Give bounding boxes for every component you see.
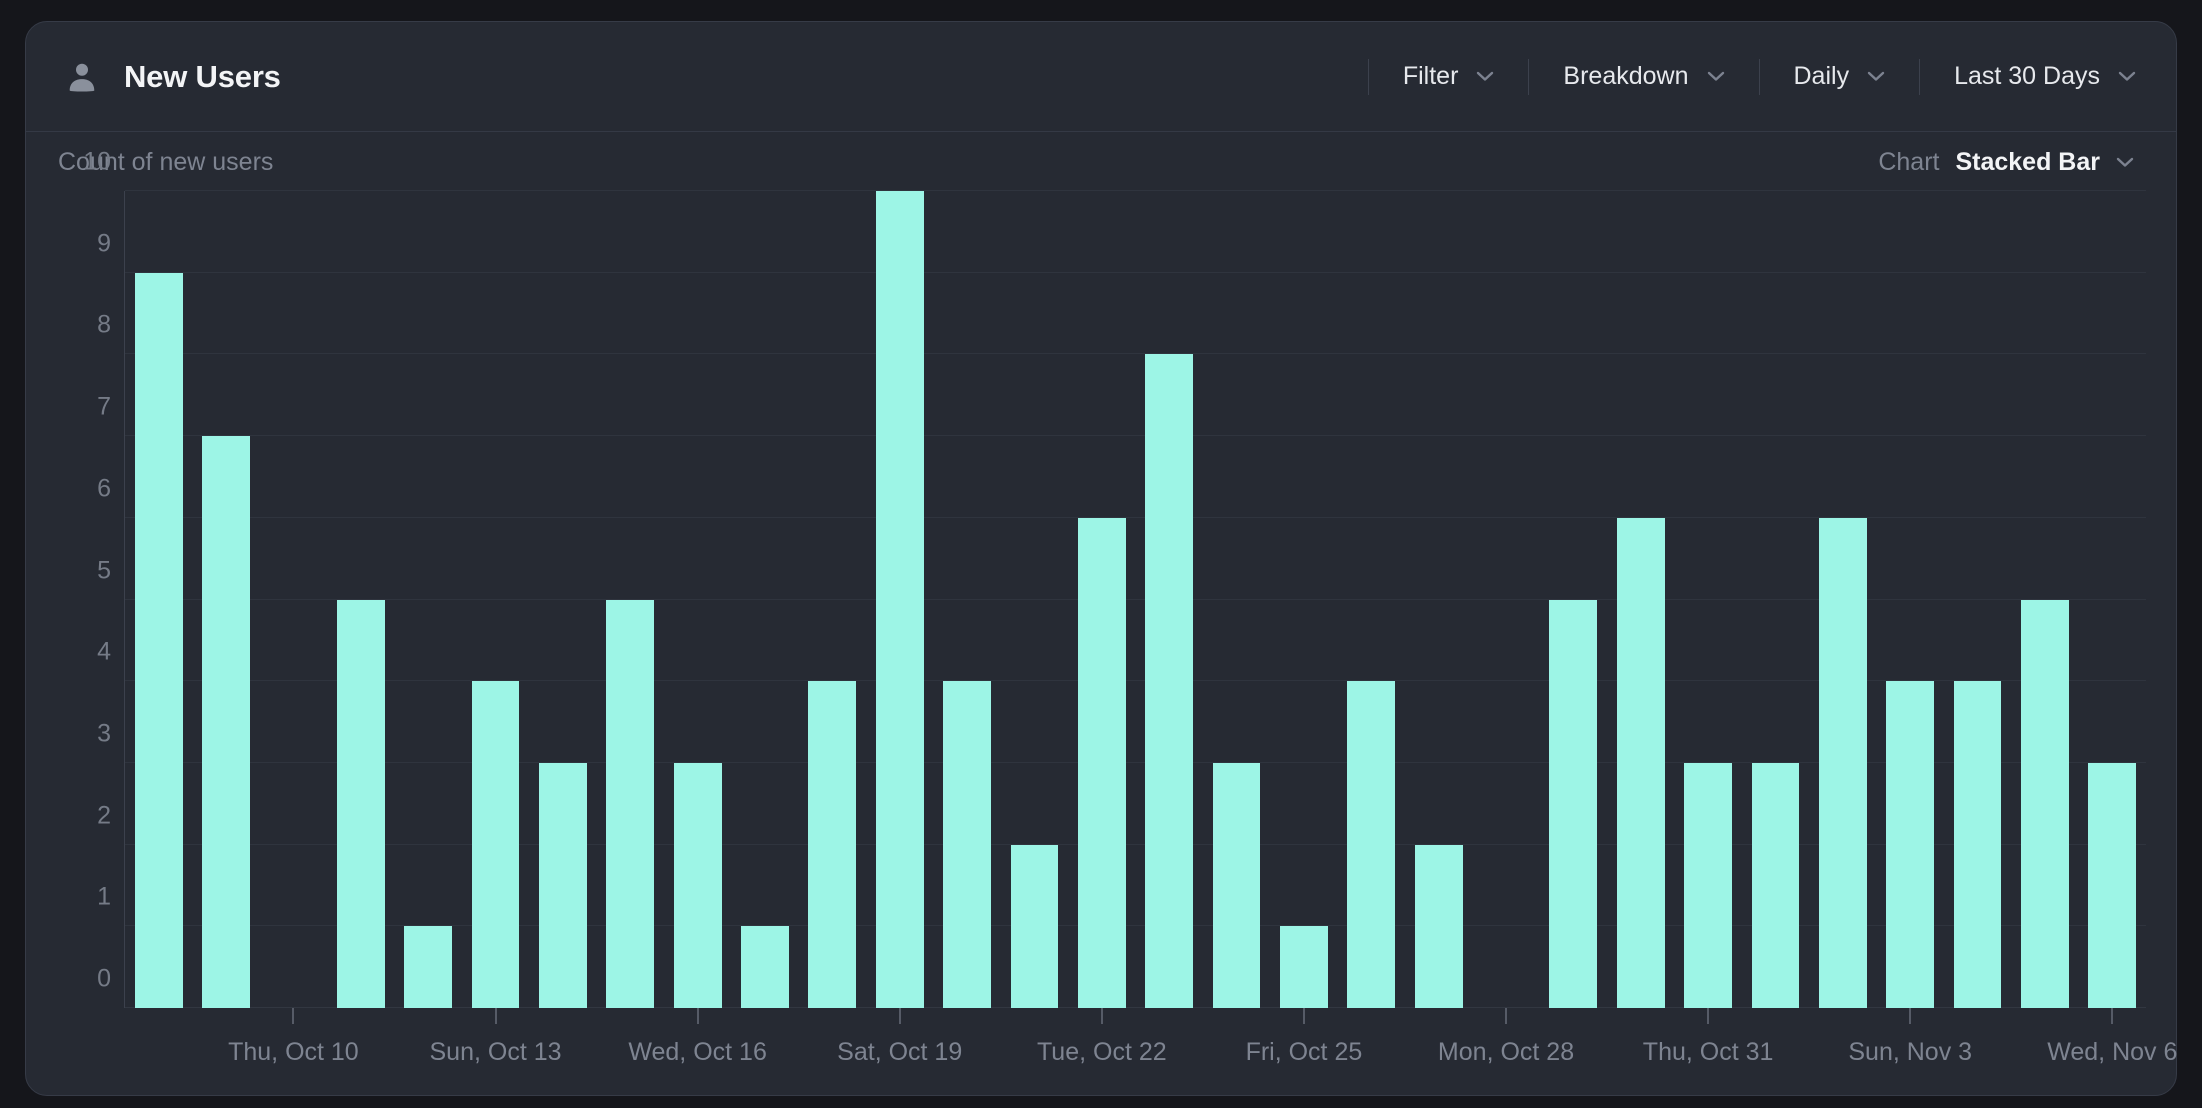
- breakdown-dropdown[interactable]: Breakdown: [1529, 22, 1758, 131]
- bar[interactable]: [2021, 600, 2069, 1009]
- subheader: Count of new users Chart Stacked Bar: [26, 133, 2176, 191]
- x-axis-label: Wed, Nov 6: [2047, 1038, 2177, 1067]
- y-axis-label: 1: [97, 883, 111, 912]
- y-axis-label: 0: [97, 965, 111, 994]
- bar[interactable]: [1347, 681, 1395, 1008]
- granularity-dropdown[interactable]: Daily: [1760, 22, 1920, 131]
- y-axis-label: 4: [97, 638, 111, 667]
- bar[interactable]: [404, 926, 452, 1008]
- bar[interactable]: [674, 763, 722, 1008]
- x-axis-label: Thu, Oct 10: [228, 1038, 359, 1067]
- y-axis-label: 7: [97, 393, 111, 422]
- y-axis-label: 5: [97, 556, 111, 585]
- x-axis-tick: [2111, 1008, 2113, 1024]
- gridline: [125, 353, 2146, 354]
- bar[interactable]: [1011, 845, 1059, 1008]
- bar[interactable]: [472, 681, 520, 1008]
- bar[interactable]: [1684, 763, 1732, 1008]
- bar[interactable]: [606, 600, 654, 1009]
- title-group: New Users: [64, 59, 281, 95]
- chevron-down-icon: [1867, 71, 1885, 82]
- new-users-card: New Users Filter Breakdown Daily Last 30…: [25, 21, 2177, 1096]
- x-axis-label: Thu, Oct 31: [1643, 1038, 1774, 1067]
- breakdown-dropdown-label: Breakdown: [1563, 62, 1688, 91]
- chevron-down-icon: [1707, 71, 1725, 82]
- bar[interactable]: [741, 926, 789, 1008]
- header-controls: Filter Breakdown Daily Last 30 Days: [1368, 22, 2138, 131]
- chevron-down-icon: [1476, 71, 1494, 82]
- x-axis-tick: [697, 1008, 699, 1024]
- x-axis-tick: [1707, 1008, 1709, 1024]
- chart-type-dropdown[interactable]: Chart Stacked Bar: [1878, 148, 2134, 177]
- date-range-dropdown-label: Last 30 Days: [1954, 62, 2100, 91]
- chart-type-value: Stacked Bar: [1955, 148, 2100, 177]
- bar[interactable]: [337, 600, 385, 1009]
- bar[interactable]: [1819, 518, 1867, 1008]
- chevron-down-icon: [2116, 157, 2134, 168]
- x-axis-label: Wed, Oct 16: [628, 1038, 767, 1067]
- y-axis-label: 3: [97, 719, 111, 748]
- filter-dropdown-label: Filter: [1403, 62, 1459, 91]
- filter-dropdown[interactable]: Filter: [1369, 22, 1529, 131]
- date-range-dropdown[interactable]: Last 30 Days: [1920, 22, 2138, 131]
- x-axis-tick: [292, 1008, 294, 1024]
- granularity-dropdown-label: Daily: [1794, 62, 1850, 91]
- x-axis-label: Mon, Oct 28: [1438, 1038, 1574, 1067]
- bar[interactable]: [1954, 681, 2002, 1008]
- bar[interactable]: [2088, 763, 2136, 1008]
- bar[interactable]: [135, 273, 183, 1008]
- x-axis-label: Fri, Oct 25: [1246, 1038, 1363, 1067]
- chart-type-prefix: Chart: [1878, 148, 1939, 177]
- bar[interactable]: [1078, 518, 1126, 1008]
- bar[interactable]: [876, 191, 924, 1008]
- x-axis-tick: [1101, 1008, 1103, 1024]
- y-axis-label: 2: [97, 801, 111, 830]
- bar[interactable]: [1617, 518, 1665, 1008]
- bar[interactable]: [202, 436, 250, 1008]
- x-axis-label: Sun, Nov 3: [1848, 1038, 1972, 1067]
- y-axis-label: 10: [83, 148, 111, 177]
- x-axis-tick: [1303, 1008, 1305, 1024]
- bar[interactable]: [808, 681, 856, 1008]
- card-title: New Users: [124, 59, 281, 95]
- y-axis-label: 6: [97, 474, 111, 503]
- y-axis-label: 9: [97, 229, 111, 258]
- x-axis-tick: [1909, 1008, 1911, 1024]
- bar[interactable]: [1886, 681, 1934, 1008]
- gridline: [125, 272, 2146, 273]
- bar[interactable]: [1415, 845, 1463, 1008]
- x-axis-label: Sat, Oct 19: [837, 1038, 962, 1067]
- bar[interactable]: [1752, 763, 1800, 1008]
- x-axis-label: Tue, Oct 22: [1037, 1038, 1167, 1067]
- x-axis-label: Sun, Oct 13: [430, 1038, 562, 1067]
- bar[interactable]: [539, 763, 587, 1008]
- bar[interactable]: [1549, 600, 1597, 1009]
- plot-area: 012345678910Thu, Oct 10Sun, Oct 13Wed, O…: [124, 191, 2146, 1008]
- bar[interactable]: [1213, 763, 1261, 1008]
- x-axis-tick: [495, 1008, 497, 1024]
- bar[interactable]: [943, 681, 991, 1008]
- bar[interactable]: [1145, 354, 1193, 1008]
- x-axis-tick: [899, 1008, 901, 1024]
- x-axis-tick: [1505, 1008, 1507, 1024]
- bar[interactable]: [1280, 926, 1328, 1008]
- gridline: [125, 190, 2146, 191]
- chevron-down-icon: [2118, 71, 2136, 82]
- y-axis-label: 8: [97, 311, 111, 340]
- user-icon: [64, 59, 100, 95]
- gridline: [125, 435, 2146, 436]
- card-header: New Users Filter Breakdown Daily Last 30…: [26, 22, 2176, 132]
